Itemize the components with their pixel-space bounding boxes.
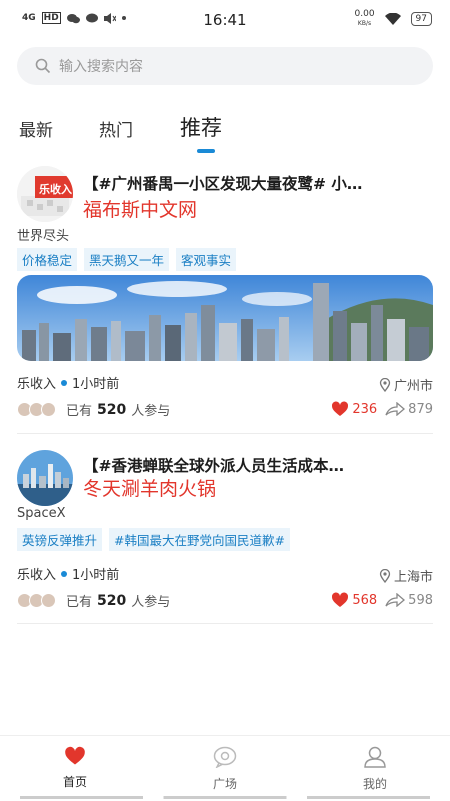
status-bar: 4G HD 16:41 0.00 KB/s 97 bbox=[0, 0, 450, 40]
tag-chip[interactable]: #韩国最大在野党向国民道歉# bbox=[109, 528, 290, 551]
share-count: 879 bbox=[408, 401, 433, 417]
home-indicator-bar bbox=[20, 796, 430, 799]
share-icon bbox=[385, 402, 406, 416]
like-count: 236 bbox=[352, 401, 378, 417]
location-label: 广州市 bbox=[393, 379, 433, 394]
share-button[interactable]: 879 bbox=[385, 402, 433, 417]
heart-icon bbox=[332, 592, 349, 607]
post-avatar[interactable] bbox=[17, 450, 73, 506]
tag-chip[interactable]: 英镑反弹推升 bbox=[17, 528, 103, 551]
participants-count: 520 bbox=[97, 592, 127, 609]
tab-bar: 最新 热门 推荐 bbox=[0, 108, 450, 158]
divider bbox=[17, 623, 433, 624]
avatar-text: 乐收入 bbox=[39, 183, 72, 196]
wifi-icon bbox=[384, 13, 401, 25]
post-title[interactable]: 【#香港蝉联全球外派人员生活成本… bbox=[83, 454, 438, 476]
search-bar[interactable] bbox=[17, 47, 433, 87]
heart-icon bbox=[65, 746, 85, 765]
like-button[interactable]: 568 bbox=[331, 592, 377, 608]
post-avatar[interactable]: 乐收入 bbox=[17, 166, 73, 222]
participants-suffix: 人参与 bbox=[131, 595, 171, 610]
tab-hot[interactable]: 热门 bbox=[99, 116, 133, 141]
search-icon bbox=[35, 58, 51, 74]
participants-prefix: 已有 bbox=[66, 595, 93, 610]
participant-avatars bbox=[17, 402, 56, 417]
participant-avatars bbox=[17, 593, 56, 608]
post-stats: 568 598 bbox=[331, 592, 433, 608]
share-count: 598 bbox=[408, 592, 433, 608]
nav-square[interactable]: 广场 bbox=[175, 746, 275, 792]
nav-square-label: 广场 bbox=[212, 777, 237, 791]
post-location: 上海市 bbox=[379, 566, 433, 585]
participants-count: 520 bbox=[97, 401, 127, 418]
post-title[interactable]: 【#广州番禺一小区发现大量夜鹭# 小… bbox=[83, 172, 438, 194]
location-pin-icon bbox=[379, 377, 391, 392]
net-speed-value: 0.00 bbox=[354, 9, 375, 19]
post-author[interactable]: 世界尽头 bbox=[17, 225, 69, 244]
participants-prefix: 已有 bbox=[66, 404, 93, 419]
tag-chip[interactable]: 价格稳定 bbox=[17, 248, 78, 271]
mini-avatar bbox=[41, 593, 56, 608]
net-speed: 0.00 KB/s bbox=[355, 10, 375, 28]
tab-recommended[interactable]: 推荐 bbox=[180, 112, 222, 142]
dot-icon bbox=[61, 570, 68, 577]
like-count: 568 bbox=[352, 592, 378, 608]
post-subtitle[interactable]: 冬天涮羊肉火锅 bbox=[83, 474, 216, 501]
location-pin-icon bbox=[379, 568, 391, 583]
participants-suffix: 人参与 bbox=[131, 404, 171, 419]
post-tags: 价格稳定 黑天鹅又一年 客观事实 bbox=[17, 248, 237, 271]
like-button[interactable]: 236 bbox=[331, 401, 377, 417]
share-button[interactable]: 598 bbox=[385, 593, 433, 608]
post-author[interactable]: SpaceX bbox=[17, 506, 66, 521]
heart-icon bbox=[332, 401, 349, 416]
post-meta: 乐收入 1小时前 bbox=[17, 373, 119, 392]
tab-active-indicator bbox=[197, 149, 215, 153]
post-time: 1小时前 bbox=[72, 377, 120, 392]
post-location: 广州市 bbox=[379, 375, 433, 394]
chat-bubble-icon bbox=[213, 746, 237, 769]
post-subtitle[interactable]: 福布斯中文网 bbox=[83, 195, 197, 222]
mini-avatar bbox=[41, 402, 56, 417]
dot-icon bbox=[61, 379, 68, 386]
tag-chip[interactable]: 客观事实 bbox=[176, 248, 237, 271]
nav-profile-label: 我的 bbox=[362, 777, 387, 791]
net-speed-unit: KB/s bbox=[357, 20, 372, 27]
location-label: 上海市 bbox=[393, 570, 433, 585]
post-time: 1小时前 bbox=[72, 568, 120, 583]
nav-profile[interactable]: 我的 bbox=[325, 746, 425, 792]
tag-chip[interactable]: 黑天鹅又一年 bbox=[84, 248, 170, 271]
tab-latest[interactable]: 最新 bbox=[19, 116, 53, 141]
battery-icon: 97 bbox=[410, 12, 432, 26]
user-icon bbox=[364, 746, 386, 768]
post-meta: 乐收入 1小时前 bbox=[17, 564, 119, 583]
nav-home-label: 首页 bbox=[62, 775, 87, 789]
post-banner-image[interactable] bbox=[17, 275, 433, 361]
share-icon bbox=[385, 593, 406, 607]
participants-info: 已有 520 人参与 bbox=[17, 400, 170, 419]
bottom-nav: 首页 广场 我的 bbox=[0, 735, 450, 801]
nav-home[interactable]: 首页 bbox=[25, 746, 125, 790]
post-tags: 英镑反弹推升 #韩国最大在野党向国民道歉# bbox=[17, 528, 290, 551]
post-source[interactable]: 乐收入 bbox=[17, 373, 56, 392]
avatar-image bbox=[17, 450, 73, 506]
divider bbox=[17, 433, 433, 434]
status-icons-right: 0.00 KB/s 97 bbox=[355, 10, 432, 28]
post-stats: 236 879 bbox=[331, 401, 433, 417]
post-source[interactable]: 乐收入 bbox=[17, 564, 56, 583]
participants-info: 已有 520 人参与 bbox=[17, 591, 170, 610]
search-input[interactable] bbox=[57, 47, 421, 87]
city-skyline-image bbox=[17, 275, 433, 361]
